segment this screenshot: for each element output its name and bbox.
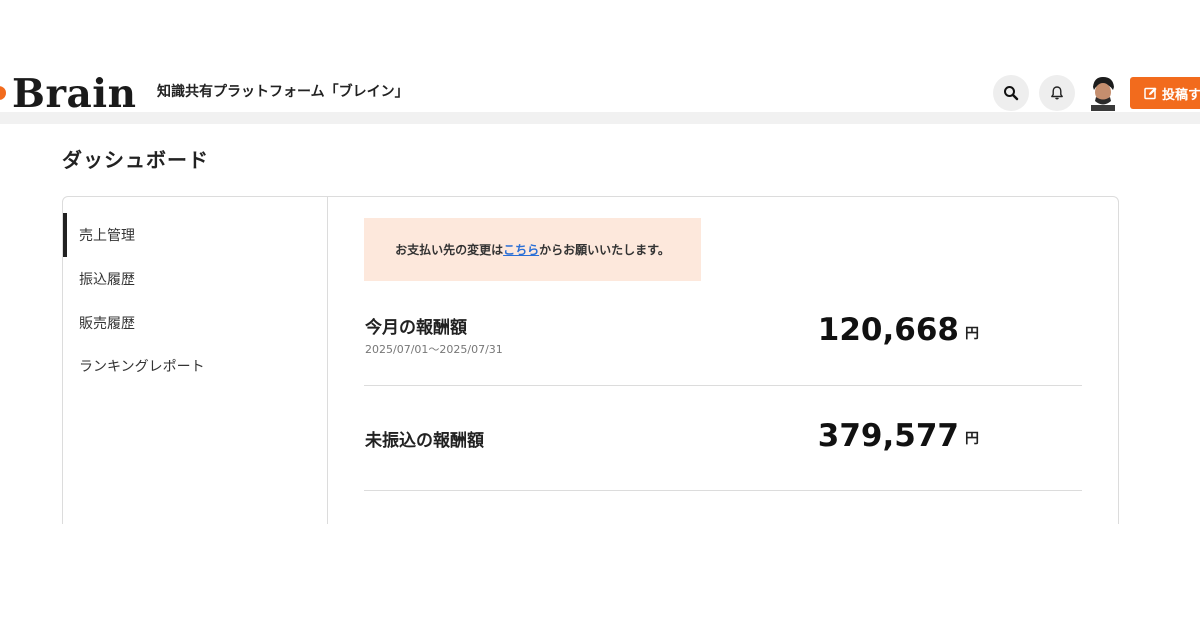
unpaid-reward-amount: 379,577 — [817, 418, 959, 454]
brain-logo[interactable]: Brain — [12, 70, 136, 118]
sidebar-item-sales[interactable]: 売上管理 — [63, 213, 328, 257]
search-button[interactable] — [993, 75, 1029, 111]
divider — [364, 385, 1082, 386]
sidebar-item-label: 振込履歴 — [79, 272, 135, 288]
notice-text-after: からお願いいたします。 — [539, 243, 670, 257]
page-title: ダッシュボード — [62, 148, 209, 172]
dashboard-card: 売上管理 振込履歴 販売履歴 ランキングレポート お支払い先の変更は こちら からお… — [62, 196, 1119, 556]
unpaid-reward-label: 未振込の報酬額 — [365, 431, 484, 451]
site-tagline: 知識共有プラットフォーム「ブレイン」 — [157, 84, 409, 100]
page: Brain 知識共有プラットフォーム「ブレイン」 投稿す ダッシュボード 売上管… — [0, 0, 1200, 628]
sidebar-item-transfer-history[interactable]: 振込履歴 — [63, 257, 328, 301]
bottom-whitespace — [0, 524, 1200, 628]
notification-button[interactable] — [1039, 75, 1075, 111]
sidebar: 売上管理 振込履歴 販売履歴 ランキングレポート — [63, 197, 328, 555]
sidebar-item-label: ランキングレポート — [79, 359, 205, 375]
post-button[interactable]: 投稿す — [1130, 77, 1200, 109]
payment-notice: お支払い先の変更は こちら からお願いいたします。 — [364, 218, 701, 281]
bell-icon — [1051, 86, 1063, 100]
divider — [364, 490, 1082, 491]
post-button-label: 投稿す — [1162, 87, 1200, 103]
sidebar-item-ranking-report[interactable]: ランキングレポート — [63, 344, 328, 388]
header-shadow-band — [0, 112, 1200, 124]
monthly-reward-label: 今月の報酬額 — [365, 318, 467, 338]
sidebar-item-sales-history[interactable]: 販売履歴 — [63, 301, 328, 345]
user-avatar[interactable] — [1089, 75, 1117, 111]
sidebar-item-label: 販売履歴 — [79, 316, 135, 332]
monthly-reward-unit: 円 — [965, 326, 979, 342]
search-icon — [1004, 86, 1019, 101]
monthly-reward-period: 2025/07/01〜2025/07/31 — [365, 343, 503, 356]
edit-icon — [1144, 87, 1157, 100]
unpaid-reward-unit: 円 — [965, 431, 979, 447]
monthly-reward-amount: 120,668 — [817, 312, 959, 348]
notice-text-before: お支払い先の変更は — [395, 243, 504, 257]
notice-link[interactable]: こちら — [503, 241, 539, 258]
sidebar-item-label: 売上管理 — [79, 228, 135, 244]
